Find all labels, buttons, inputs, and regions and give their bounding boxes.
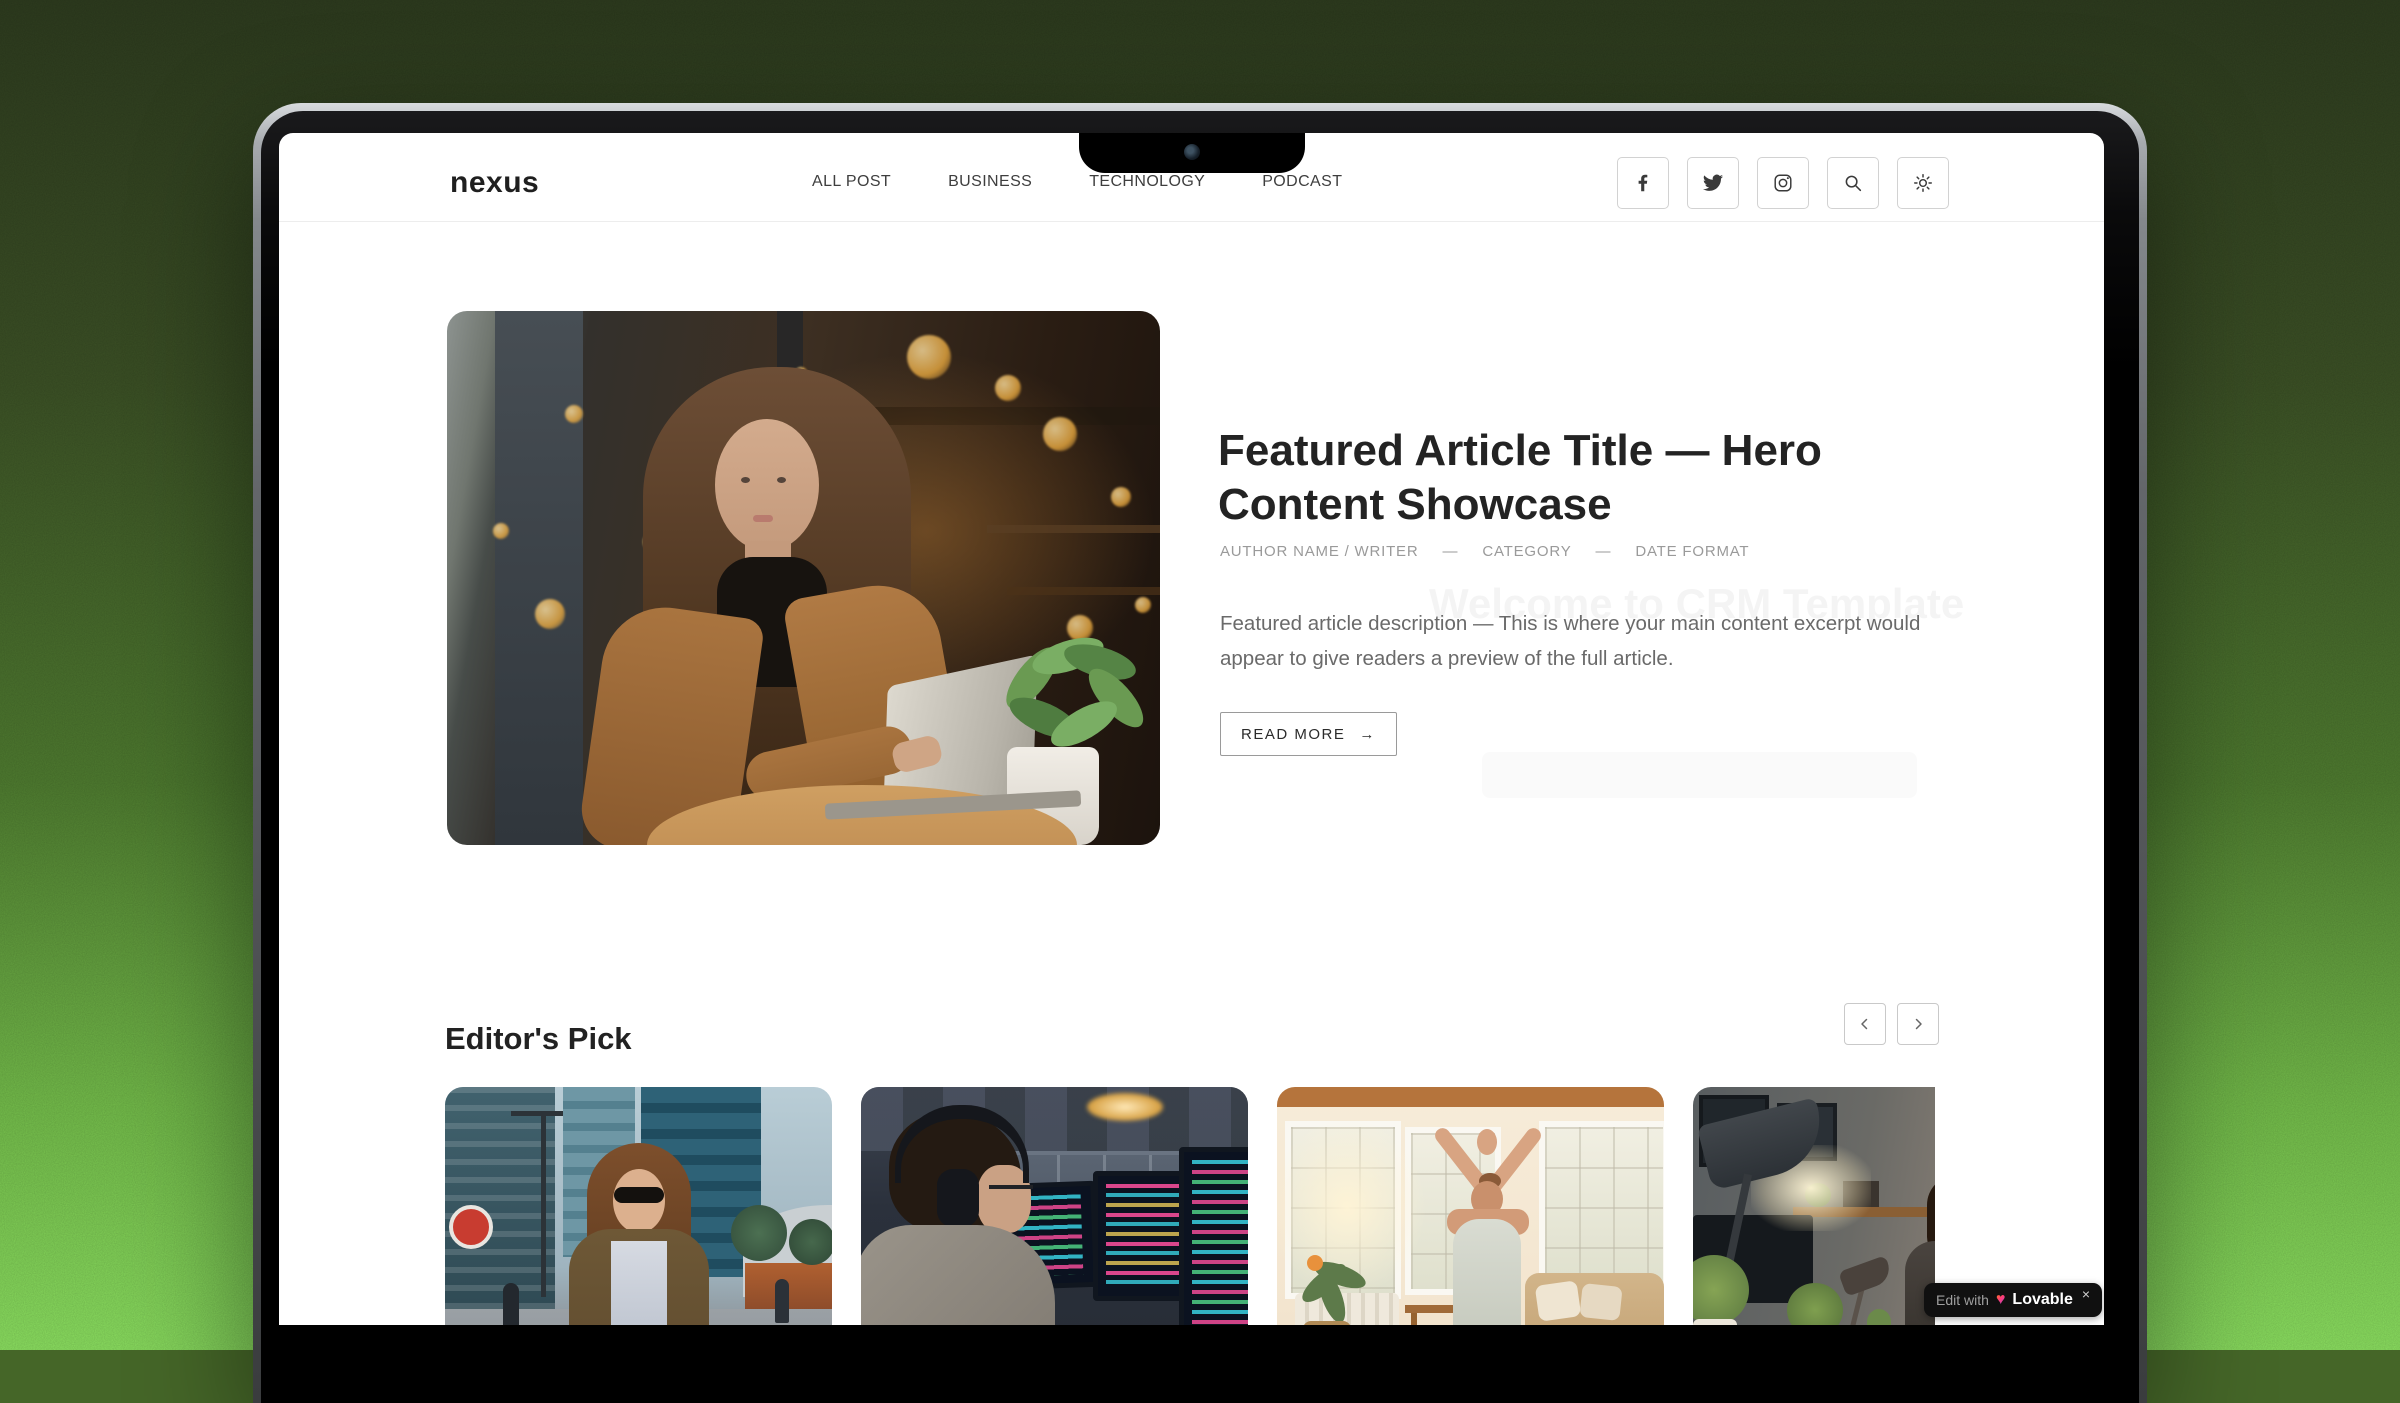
date-label: DATE FORMAT [1635,543,1749,560]
pedestrian [503,1283,519,1325]
light-top [611,1241,667,1325]
sun-theme-icon[interactable] [1897,157,1949,209]
wood-ceiling [1277,1087,1664,1107]
laptop-frame: nexus ALL POST BUSINESS TECHNOLOGY PODCA… [253,103,2147,1403]
facebook-icon[interactable] [1617,157,1669,209]
title-line-1: Featured Article Title — Hero [1218,426,1822,475]
editors-pick-heading: Editor's Pick [445,1021,632,1057]
yoga-top [1453,1219,1521,1325]
search-icon[interactable] [1827,157,1879,209]
woman-face [715,419,819,551]
lips [753,515,773,522]
editors-pick-card-home-office[interactable] [1693,1087,1935,1325]
title-line-2: Content Showcase [1218,480,1612,529]
desk-plant [1787,1283,1843,1325]
cushion [1579,1283,1622,1321]
twitter-icon[interactable] [1687,157,1739,209]
carousel-prev-button[interactable] [1844,1003,1886,1045]
bokeh-light [1111,487,1131,507]
stool-leg [1411,1313,1417,1325]
editors-pick-carousel [445,1087,1935,1325]
cactus [1867,1309,1891,1325]
bokeh-light [535,599,565,629]
nav-item-podcast[interactable]: PODCAST [1262,173,1342,191]
window [1539,1121,1664,1291]
bokeh-light [1135,597,1151,613]
arrow-right-icon: → [1359,726,1376,743]
featured-article-image[interactable] [447,311,1160,845]
header-actions [1617,157,1949,209]
sunglasses [614,1187,664,1203]
lovable-edit-badge[interactable]: Edit with ♥ Lovable × [1924,1283,2102,1317]
code-monitor [1179,1147,1248,1325]
laptop-screen-website: nexus ALL POST BUSINESS TECHNOLOGY PODCA… [279,133,2104,1325]
meta-separator: — [1596,543,1612,560]
bokeh-light [493,523,509,539]
building [445,1087,555,1312]
small-lamp [1838,1255,1894,1297]
webcam-icon [1184,144,1200,160]
badge-prefix: Edit with [1936,1292,1989,1308]
plant-basket [1303,1321,1351,1325]
tree [731,1205,787,1261]
nav-item-technology[interactable]: TECHNOLOGY [1089,173,1205,191]
eyeglasses [989,1185,1033,1189]
editors-pick-card-yoga[interactable] [1277,1087,1664,1325]
editors-pick-card-developer[interactable] [861,1087,1248,1325]
pedestrian [775,1279,789,1323]
laptop-bezel: nexus ALL POST BUSINESS TECHNOLOGY PODCA… [261,111,2139,1403]
badge-brand: Lovable [2012,1291,2072,1309]
eye [741,477,750,483]
category-label[interactable]: CATEGORY [1482,543,1571,560]
read-more-button[interactable]: READ MORE → [1220,712,1397,756]
cafe-shelf [987,525,1160,533]
chevron-left-icon [1856,1015,1874,1033]
plant-pot [1693,1319,1737,1325]
bokeh-light [1043,417,1077,451]
street-lamp-arm [511,1111,563,1116]
author-name[interactable]: AUTHOR NAME / WRITER [1220,543,1419,560]
chevron-right-icon [1909,1015,1927,1033]
featured-article-title: Featured Article Title — Hero Content Sho… [1218,424,1898,532]
nav-item-business[interactable]: BUSINESS [948,173,1032,191]
instagram-icon[interactable] [1757,157,1809,209]
bokeh-light [907,335,951,379]
flower [1307,1255,1323,1271]
ghost-button-placeholder [1482,752,1917,798]
ceiling-light [1087,1093,1163,1121]
street-lamp [541,1111,546,1297]
badge-close-icon[interactable]: × [2082,1286,2090,1302]
nav-item-all-post[interactable]: ALL POST [812,173,891,191]
bokeh-light [995,375,1021,401]
cushion [1535,1280,1582,1321]
site-logo[interactable]: nexus [450,166,539,200]
eye [777,477,786,483]
window-pillar [495,311,583,845]
road-sign [449,1205,493,1249]
hands-together [1477,1129,1497,1155]
carousel-next-button[interactable] [1897,1003,1939,1045]
featured-description: Featured article description — This is w… [1220,606,1960,676]
tree [789,1219,832,1265]
meta-separator: — [1443,543,1459,560]
read-more-label: READ MORE [1241,726,1345,743]
main-nav: ALL POST BUSINESS TECHNOLOGY PODCAST [812,173,1342,191]
laptop-notch [1079,133,1305,173]
header-divider [279,221,2104,222]
carousel-controls [1844,1003,1939,1045]
cafe-shelf [1007,587,1160,595]
editors-pick-card-street-fashion[interactable] [445,1087,832,1325]
bokeh-light [565,405,583,423]
lovable-heart-icon: ♥ [1996,1291,2006,1309]
headphones-earcup [937,1169,979,1227]
code-lines [1192,1160,1248,1325]
featured-meta: AUTHOR NAME / WRITER — CATEGORY — DATE F… [1220,543,1749,560]
